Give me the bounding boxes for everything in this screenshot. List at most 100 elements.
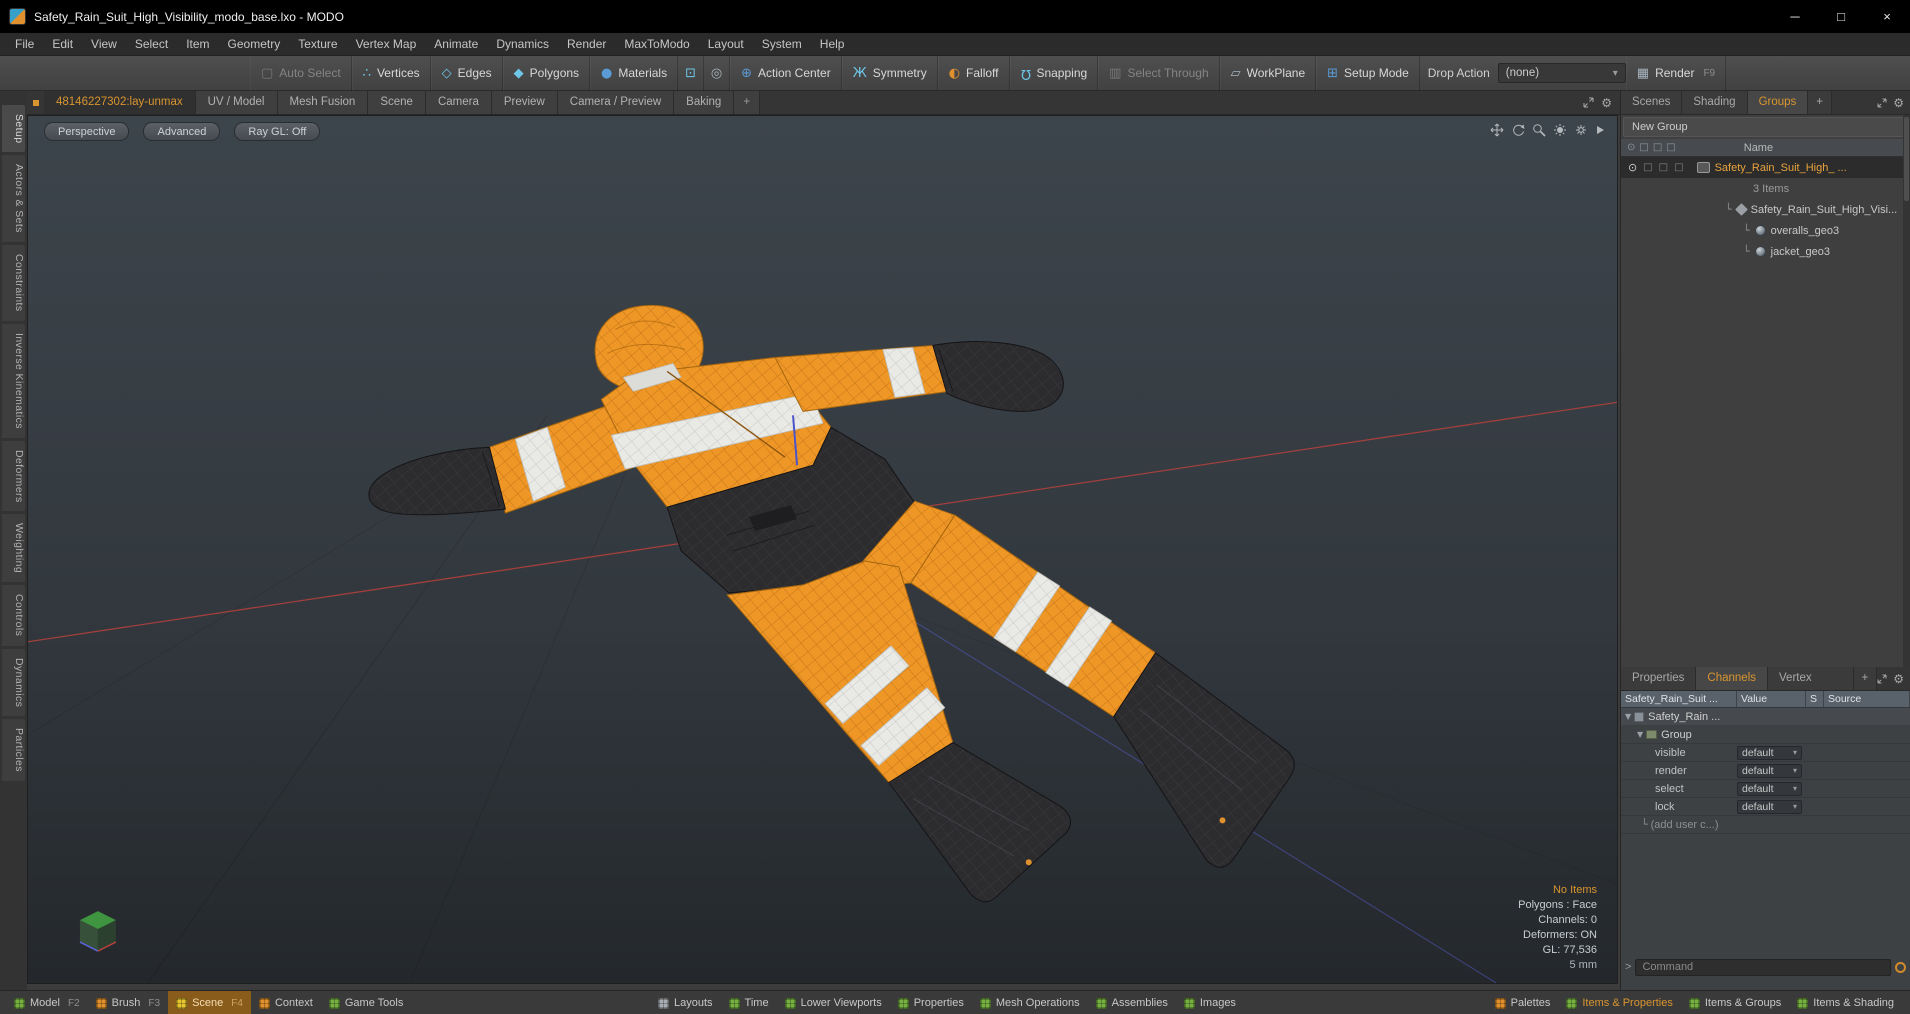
drop-action-dropdown[interactable]: (none) ▾ bbox=[1497, 63, 1626, 83]
left-tab-inverse-kinematics[interactable]: Inverse Kinematics bbox=[2, 323, 25, 438]
viewport-canvas[interactable] bbox=[28, 116, 1617, 983]
command-record-icon[interactable] bbox=[1895, 961, 1906, 973]
groups-expand-icon[interactable] bbox=[1877, 98, 1887, 108]
tab-lay-unmax[interactable]: 48146227302:lay-unmax bbox=[44, 91, 196, 114]
menu-dynamics[interactable]: Dynamics bbox=[487, 33, 558, 56]
pan-icon[interactable] bbox=[1490, 123, 1504, 137]
channels-gear-icon[interactable]: ⚙ bbox=[1893, 672, 1904, 686]
tree-row-mesh-jacket[interactable]: └ jacket_geo3 bbox=[1621, 241, 1910, 262]
close-button[interactable]: × bbox=[1864, 0, 1910, 33]
expand-triangle-icon[interactable]: ▼ bbox=[1633, 730, 1646, 739]
lock-value-dropdown[interactable]: default ▾ bbox=[1737, 799, 1802, 814]
materials-button[interactable]: ● Materials bbox=[590, 55, 679, 91]
mesh-operations-button[interactable]: Mesh Operations bbox=[972, 991, 1088, 1014]
auto-select-button[interactable]: ▢ Auto Select bbox=[250, 55, 352, 91]
layout-brush-button[interactable]: Brush F3 bbox=[88, 991, 168, 1014]
tab-vertex-maps[interactable]: Vertex Maps bbox=[1768, 667, 1854, 707]
menu-geometry[interactable]: Geometry bbox=[219, 33, 290, 56]
left-tab-dynamics[interactable]: Dynamics bbox=[2, 648, 25, 717]
time-button[interactable]: Time bbox=[721, 991, 777, 1014]
jacket-name-label[interactable]: jacket_geo3 bbox=[1771, 246, 1830, 258]
polygons-button[interactable]: ◆ Polygons bbox=[502, 55, 591, 91]
tab-preview[interactable]: Preview bbox=[491, 91, 558, 114]
center-mode-button[interactable]: ◎ bbox=[704, 55, 731, 91]
orbit-icon[interactable] bbox=[1511, 123, 1525, 137]
menu-layout[interactable]: Layout bbox=[699, 33, 753, 56]
zoom-icon[interactable] bbox=[1532, 123, 1546, 137]
overalls-name-label[interactable]: overalls_geo3 bbox=[1771, 225, 1840, 237]
edges-button[interactable]: ◇ Edges bbox=[430, 55, 503, 91]
left-tab-actors-sets[interactable]: Actors & Sets bbox=[2, 155, 25, 243]
tab-shading[interactable]: Shading bbox=[1682, 91, 1748, 114]
channel-item-name[interactable]: Safety_Rain ... bbox=[1648, 711, 1720, 723]
symmetry-button[interactable]: Ж Symmetry bbox=[841, 55, 938, 91]
left-tab-weighting[interactable]: Weighting bbox=[2, 514, 25, 583]
tab-baking[interactable]: Baking bbox=[674, 91, 735, 114]
locator-name-label[interactable]: Safety_Rain_Suit_High_Visi... bbox=[1751, 204, 1898, 216]
menu-edit[interactable]: Edit bbox=[43, 33, 82, 56]
channel-group-name[interactable]: Group bbox=[1661, 729, 1692, 741]
workplane-button[interactable]: ▱ WorkPlane bbox=[1219, 55, 1317, 91]
menu-vertex-map[interactable]: Vertex Map bbox=[347, 33, 426, 56]
expand-tabs-icon[interactable] bbox=[1583, 97, 1594, 108]
layout-game-tools-button[interactable]: Game Tools bbox=[321, 991, 412, 1014]
add-channels-tab-button[interactable]: + bbox=[1853, 667, 1878, 690]
new-group-button[interactable]: New Group bbox=[1623, 117, 1908, 137]
group-name-label[interactable]: Safety_Rain_Suit_High_ ... bbox=[1715, 162, 1847, 174]
channel-row-group[interactable]: ▼ Group bbox=[1621, 726, 1910, 744]
channel-row-item[interactable]: ▼ Safety_Rain ... bbox=[1621, 708, 1910, 726]
assemblies-button[interactable]: Assemblies bbox=[1088, 991, 1176, 1014]
item-mode-button[interactable]: ⊡ bbox=[678, 55, 705, 91]
tab-scenes[interactable]: Scenes bbox=[1621, 91, 1683, 114]
menu-item[interactable]: Item bbox=[177, 33, 218, 56]
perspective-button[interactable]: Perspective bbox=[44, 122, 130, 141]
shading-options-icon[interactable] bbox=[1553, 123, 1567, 137]
images-button[interactable]: Images bbox=[1176, 991, 1244, 1014]
left-tab-setup[interactable]: Setup bbox=[2, 105, 25, 153]
channel-row-lock[interactable]: lock default ▾ bbox=[1621, 798, 1910, 816]
menu-maxtomodo[interactable]: MaxToModo bbox=[615, 33, 698, 56]
viewport-menu-arrow-icon[interactable] bbox=[1595, 123, 1605, 137]
items-properties-button[interactable]: Items & Properties bbox=[1558, 991, 1680, 1014]
select-toggle-icon[interactable]: □ bbox=[1671, 162, 1686, 173]
left-tab-deformers[interactable]: Deformers bbox=[2, 440, 25, 512]
tab-camera[interactable]: Camera bbox=[425, 91, 492, 114]
ray-gl-button[interactable]: Ray GL: Off bbox=[234, 122, 321, 141]
left-tab-controls[interactable]: Controls bbox=[2, 585, 25, 646]
lower-viewports-button[interactable]: Lower Viewports bbox=[777, 991, 890, 1014]
visible-value-dropdown[interactable]: default ▾ bbox=[1737, 745, 1802, 760]
menu-render[interactable]: Render bbox=[558, 33, 615, 56]
tab-mesh-fusion[interactable]: Mesh Fusion bbox=[277, 91, 369, 114]
viewport-3d[interactable]: Perspective Advanced Ray GL: Off No Item… bbox=[27, 115, 1618, 984]
left-tab-constraints[interactable]: Constraints bbox=[2, 245, 25, 321]
channel-row-render[interactable]: render default ▾ bbox=[1621, 762, 1910, 780]
layout-model-button[interactable]: Model F2 bbox=[6, 991, 88, 1014]
shading-advanced-button[interactable]: Advanced bbox=[143, 122, 221, 141]
tab-scene[interactable]: Scene bbox=[368, 91, 426, 114]
left-tab-particles[interactable]: Particles bbox=[2, 719, 25, 781]
channel-row-visible[interactable]: visible default ▾ bbox=[1621, 744, 1910, 762]
menu-file[interactable]: File bbox=[6, 33, 43, 56]
layout-context-button[interactable]: Context bbox=[251, 991, 321, 1014]
tab-uv-model[interactable]: UV / Model bbox=[195, 91, 278, 114]
select-value-dropdown[interactable]: default ▾ bbox=[1737, 781, 1802, 796]
menu-system[interactable]: System bbox=[753, 33, 811, 56]
minimize-button[interactable]: ─ bbox=[1772, 0, 1818, 33]
menu-animate[interactable]: Animate bbox=[425, 33, 487, 56]
tabbar-gear-icon[interactable]: ⚙ bbox=[1601, 96, 1612, 110]
vertices-button[interactable]: ∴ Vertices bbox=[351, 55, 431, 91]
setup-mode-button[interactable]: ⊞ Setup Mode bbox=[1316, 55, 1420, 91]
groups-scrollbar[interactable] bbox=[1903, 115, 1910, 667]
layouts-button[interactable]: Layouts bbox=[650, 991, 721, 1014]
menu-view[interactable]: View bbox=[82, 33, 126, 56]
properties-button[interactable]: Properties bbox=[890, 991, 972, 1014]
render-value-dropdown[interactable]: default ▾ bbox=[1737, 763, 1802, 778]
menu-texture[interactable]: Texture bbox=[289, 33, 346, 56]
render-button[interactable]: ▦ Render F9 bbox=[1625, 55, 1727, 91]
channel-row-select[interactable]: select default ▾ bbox=[1621, 780, 1910, 798]
tab-channels[interactable]: Channels bbox=[1696, 667, 1769, 690]
tree-row-locator[interactable]: └ Safety_Rain_Suit_High_Visi... bbox=[1621, 199, 1910, 220]
groups-gear-icon[interactable]: ⚙ bbox=[1893, 96, 1904, 110]
channel-row-add-user[interactable]: └ (add user c...) bbox=[1621, 816, 1910, 834]
menu-select[interactable]: Select bbox=[126, 33, 177, 56]
